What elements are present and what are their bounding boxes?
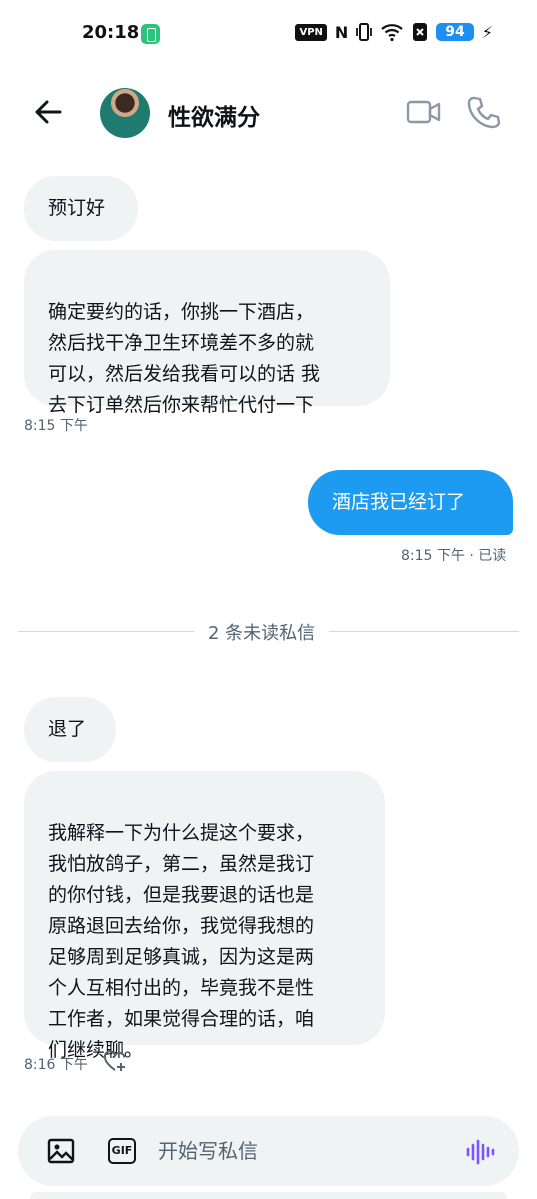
- message-timestamp: 8:15 下午: [24, 418, 88, 434]
- status-bar: 20:18 VPN N 94 ⚡: [0, 0, 537, 68]
- unread-divider-label: 2 条未读私信: [194, 619, 330, 645]
- conversation-header: 性欲满分: [0, 68, 537, 158]
- message-bubble-received[interactable]: 预订好: [24, 176, 138, 241]
- message-bubble-received[interactable]: 我解释一下为什么提这个要求， 我怕放鸽子，第二，虽然是我订 的你付钱，但是我要退…: [24, 771, 385, 1061]
- status-time: 20:18: [82, 22, 140, 43]
- heart-add-icon[interactable]: [102, 1048, 128, 1074]
- nfc-icon: N: [334, 22, 349, 42]
- phone-icon[interactable]: [463, 94, 503, 130]
- battery-level: 94: [436, 23, 474, 41]
- status-icons: VPN N 94 ⚡: [295, 22, 493, 42]
- message-text: 退了: [48, 718, 87, 740]
- image-icon[interactable]: [46, 1136, 76, 1166]
- vibrate-icon: [356, 23, 373, 41]
- video-camera-icon[interactable]: [404, 94, 444, 130]
- voice-wave-icon[interactable]: [464, 1136, 496, 1168]
- message-bubble-received[interactable]: 确定要约的话，你挑一下酒店， 然后找干净卫生环境差不多的就 可以，然后发给我看可…: [24, 250, 390, 416]
- message-text: 预订好: [48, 197, 106, 219]
- keyboard-edge: [30, 1192, 507, 1199]
- message-composer: GIF: [18, 1116, 519, 1186]
- message-timestamp: 8:16 下午: [24, 1057, 88, 1073]
- message-bubble-received[interactable]: 退了: [24, 697, 116, 762]
- conversation-title[interactable]: 性欲满分: [168, 98, 260, 132]
- charging-icon: ⚡: [481, 22, 493, 42]
- app-notification-icon: [141, 24, 160, 44]
- avatar[interactable]: [100, 88, 150, 138]
- message-text: 确定要约的话，你挑一下酒店， 然后找干净卫生环境差不多的就 可以，然后发给我看可…: [48, 301, 321, 416]
- wifi-icon: [381, 24, 404, 42]
- arrow-left-icon[interactable]: [28, 92, 68, 132]
- message-timestamp-read: 8:15 下午 · 已读: [401, 548, 507, 564]
- no-sim-icon: [413, 23, 428, 41]
- message-bubble-sent[interactable]: 酒店我已经订了: [308, 470, 513, 535]
- message-text: 我解释一下为什么提这个要求， 我怕放鸽子，第二，虽然是我订 的你付钱，但是我要退…: [48, 822, 315, 1061]
- vpn-icon: VPN: [295, 23, 327, 41]
- message-text: 酒店我已经订了: [332, 491, 466, 513]
- gif-button[interactable]: GIF: [108, 1138, 136, 1164]
- message-input[interactable]: [158, 1130, 448, 1172]
